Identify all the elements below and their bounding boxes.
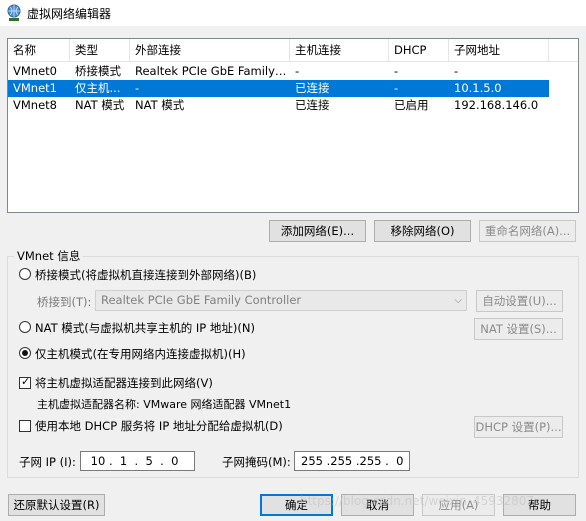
table-row-selected[interactable]: VMnet1 仅主机... - 已连接 - 10.1.5.0 xyxy=(8,80,549,97)
connect-adapter-checkbox[interactable]: ✓ xyxy=(19,375,31,389)
nat-mode-radio[interactable] xyxy=(19,321,31,333)
subnet-ip-field[interactable]: 10 . 1 . 5 . 0 xyxy=(80,451,195,471)
watermark-text: https://blog.csdn.net/weixin_45932807 xyxy=(300,494,535,508)
vmnet-info-title: VMnet 信息 xyxy=(14,248,84,264)
cell-type: 桥接模式 xyxy=(75,64,121,78)
dhcp-checkbox[interactable] xyxy=(19,420,31,432)
table-row[interactable]: VMnet8 NAT 模式 NAT 模式 已连接 已启用 192.168.146… xyxy=(8,97,549,114)
cell-external: NAT 模式 xyxy=(135,98,185,112)
bridged-to-value: Realtek PCIe GbE Family Controller xyxy=(101,293,302,307)
cell-name: VMnet8 xyxy=(13,98,57,112)
column-header-external[interactable]: 外部连接 xyxy=(130,39,290,61)
bridged-to-label: 桥接到(T): xyxy=(37,295,92,309)
table-row[interactable]: VMnet0 桥接模式 Realtek PCIe GbE Family Co..… xyxy=(8,63,549,80)
title-bar: 虚拟网络编辑器 xyxy=(0,0,586,26)
cell-dhcp: - xyxy=(394,81,399,95)
bridged-to-select[interactable]: Realtek PCIe GbE Family Controller ⌵ xyxy=(95,290,467,311)
cell-host: 已连接 xyxy=(295,81,330,95)
cell-subnet: - xyxy=(454,64,459,78)
cell-external: - xyxy=(135,81,140,95)
column-header-dhcp[interactable]: DHCP xyxy=(389,39,449,61)
rename-network-button[interactable]: 重命名网络(A)... xyxy=(479,220,576,242)
nat-settings-button[interactable]: NAT 设置(S)... xyxy=(474,318,563,340)
nat-mode-label[interactable]: NAT 模式(与虚拟机共享主机的 IP 地址)(N) xyxy=(35,320,255,336)
checkmark-icon: ✓ xyxy=(21,375,31,388)
window-title: 虚拟网络编辑器 xyxy=(27,7,112,21)
bridged-mode-label[interactable]: 桥接模式(将虚拟机直接连接到外部网络)(B) xyxy=(35,267,256,283)
add-network-button[interactable]: 添加网络(E)... xyxy=(269,220,366,242)
cell-host: - xyxy=(295,64,300,78)
subnet-mask-field[interactable]: 255 .255 .255 . 0 xyxy=(294,451,410,471)
subnet-mask-label: 子网掩码(M): xyxy=(222,455,291,469)
cell-name: VMnet1 xyxy=(13,81,57,95)
dhcp-settings-button[interactable]: DHCP 设置(P)... xyxy=(474,416,563,438)
cell-type: NAT 模式 xyxy=(75,98,125,112)
network-globe-icon xyxy=(7,4,21,21)
column-header-name[interactable]: 名称 xyxy=(8,39,70,61)
dhcp-label[interactable]: 使用本地 DHCP 服务将 IP 地址分配给虚拟机(D) xyxy=(35,418,283,434)
cell-name: VMnet0 xyxy=(13,64,57,78)
cell-dhcp: - xyxy=(394,64,399,78)
hostonly-mode-radio[interactable] xyxy=(19,347,31,359)
adapter-name-text: 主机虚拟适配器名称: VMware 网络适配器 VMnet1 xyxy=(37,398,292,411)
cell-subnet: 10.1.5.0 xyxy=(454,81,502,95)
cell-host: 已连接 xyxy=(295,98,330,112)
chevron-down-icon: ⌵ xyxy=(454,295,462,306)
subnet-ip-label: 子网 IP (I): xyxy=(19,455,76,469)
network-list[interactable]: 名称 类型 外部连接 主机连接 DHCP 子网地址 VMnet0 桥接模式 Re… xyxy=(7,38,579,213)
cell-type: 仅主机... xyxy=(75,81,121,95)
remove-network-button[interactable]: 移除网络(O) xyxy=(374,220,471,242)
column-header-subnet[interactable]: 子网地址 xyxy=(449,39,549,61)
auto-settings-button[interactable]: 自动设置(U)... xyxy=(476,290,563,312)
cell-dhcp: 已启用 xyxy=(394,98,429,112)
bridged-mode-radio[interactable] xyxy=(19,268,31,280)
column-header-host[interactable]: 主机连接 xyxy=(290,39,389,61)
restore-defaults-button[interactable]: 还原默认设置(R) xyxy=(8,494,105,516)
table-header: 名称 类型 外部连接 主机连接 DHCP 子网地址 xyxy=(8,39,578,62)
hostonly-mode-label[interactable]: 仅主机模式(在专用网络内连接虚拟机)(H) xyxy=(35,346,246,362)
connect-adapter-label[interactable]: 将主机虚拟适配器连接到此网络(V) xyxy=(35,375,213,391)
cell-subnet: 192.168.146.0 xyxy=(454,98,539,112)
column-header-type[interactable]: 类型 xyxy=(70,39,130,61)
cell-external: Realtek PCIe GbE Family Co... xyxy=(135,64,290,78)
